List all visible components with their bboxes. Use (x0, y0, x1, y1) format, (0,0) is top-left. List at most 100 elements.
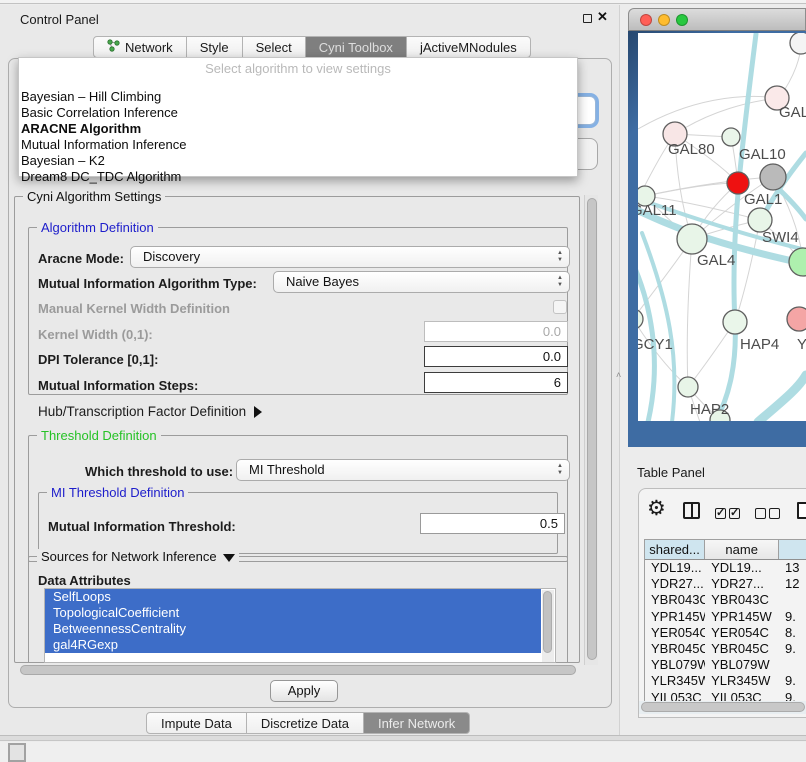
cell: 9. (779, 690, 806, 702)
tab-infer-network-label: Infer Network (378, 716, 455, 731)
node-swi4[interactable] (789, 248, 806, 276)
collapse-down-icon (223, 554, 235, 562)
cell: YDR27... (645, 576, 705, 592)
sources-legend[interactable]: Sources for Network Inference (37, 549, 239, 564)
node-label: GCY1 (638, 336, 673, 353)
menu-item-bayesian-k2[interactable]: Bayesian – K2 (21, 153, 105, 168)
expand-right-icon (254, 406, 262, 418)
cell: YDL19... (705, 560, 779, 576)
tab-infer-network[interactable]: Infer Network (364, 712, 470, 734)
network-view-window: GAL GAL80 GAL10 GAL1 GAL11 GAL4 SWI4 GCY… (628, 8, 806, 447)
which-threshold-combo[interactable]: MI Threshold ▲▼ (236, 459, 570, 481)
table-row[interactable]: YPR145WYPR145W9. (645, 609, 806, 625)
table-header-row: shared... name (645, 540, 806, 560)
split-columns-icon[interactable] (683, 502, 700, 524)
column-header-shared-name[interactable]: shared... (645, 540, 705, 559)
table-row[interactable]: YBL079WYBL079W (645, 657, 806, 673)
node-label: GAL10 (739, 146, 786, 163)
node-y[interactable] (787, 307, 806, 331)
network-canvas[interactable]: GAL GAL80 GAL10 GAL1 GAL11 GAL4 SWI4 GCY… (638, 33, 806, 421)
aracne-mode-value: Discovery (143, 249, 200, 264)
menu-item-dream8[interactable]: Dream8 DC_TDC Algorithm (21, 169, 181, 184)
mi-steps-label: Mutual Information Steps: (38, 378, 198, 393)
control-panel-window: Control Panel ✕ Network Style Select (0, 5, 620, 735)
attributes-list-scrollbar[interactable] (542, 590, 554, 662)
network-navigator-box[interactable] (8, 743, 26, 762)
cell: 9. (779, 641, 806, 657)
apply-button[interactable]: Apply (270, 680, 338, 702)
cyni-algorithm-settings-legend: Cyni Algorithm Settings (23, 189, 165, 204)
table-row[interactable]: YDR27...YDR27...12 (645, 576, 806, 592)
table-row[interactable]: YIL053CYIL053C9. (645, 690, 806, 702)
table-row[interactable]: YLR345WYLR345W9. (645, 673, 806, 689)
table-panel: ⚙ shared... name YDL19...YDL19...13 YDR2… (638, 488, 806, 718)
table-row[interactable]: YBR045CYBR045C9. (645, 641, 806, 657)
menu-item-aracne[interactable]: ARACNE Algorithm (21, 121, 141, 136)
list-item-selfloops[interactable]: SelfLoops (45, 589, 541, 605)
algorithm-dropdown-popup: Select algorithm to view settings Bayesi… (18, 57, 578, 177)
table-row[interactable]: YDL19...YDL19...13 (645, 560, 806, 576)
application-root: Control Panel ✕ Network Style Select (0, 0, 806, 762)
kernel-width-input[interactable]: 0.0 (424, 321, 568, 342)
column-header-name[interactable]: name (705, 540, 779, 559)
manual-kernel-checkbox[interactable] (553, 300, 567, 314)
list-item-betweennesscentrality[interactable]: BetweennessCentrality (45, 621, 541, 637)
menu-item-mutual-information[interactable]: Mutual Information Inference (21, 137, 186, 152)
gear-icon[interactable]: ⚙ (647, 498, 666, 520)
scrollbar-thumb[interactable] (20, 665, 576, 675)
mi-threshold-input[interactable]: 0.5 (420, 513, 565, 534)
mi-steps-input[interactable]: 6 (424, 372, 568, 393)
node[interactable] (790, 33, 806, 54)
node-gal10[interactable] (760, 164, 786, 190)
document-icon[interactable] (797, 502, 806, 524)
cell: YIL053C (645, 690, 705, 702)
panel-collapse-handle[interactable]: ˄ (616, 370, 621, 380)
close-traffic-light-icon[interactable] (640, 14, 652, 26)
tab-impute-data[interactable]: Impute Data (146, 712, 247, 734)
scrollbar-thumb[interactable] (641, 702, 805, 712)
table-row[interactable]: YER054CYER054C8. (645, 625, 806, 641)
deselect-all-checkboxes-icon[interactable] (755, 506, 783, 524)
hub-factor-section-toggle[interactable]: Hub/Transcription Factor Definition (38, 404, 262, 419)
node-gcy1[interactable] (638, 309, 643, 329)
scrollbar-thumb[interactable] (543, 591, 552, 653)
dpi-tolerance-label: DPI Tolerance [0,1]: (38, 352, 158, 367)
cell: YBL079W (705, 657, 779, 673)
combo-arrows-icon: ▲▼ (557, 250, 563, 264)
select-all-checkboxes-icon[interactable] (715, 506, 743, 524)
table-horizontal-scrollbar[interactable] (639, 701, 806, 714)
list-item-topologicalcoefficient[interactable]: TopologicalCoefficient (45, 605, 541, 621)
cell: 8. (779, 625, 806, 641)
cell: YBR043C (705, 592, 779, 608)
cell: 9. (779, 673, 806, 689)
node-hap4[interactable] (723, 310, 747, 334)
table-row[interactable]: YBR043CYBR043C (645, 592, 806, 608)
scrollbar-thumb[interactable] (587, 198, 597, 660)
aracne-mode-combo[interactable]: Discovery ▲▼ (130, 246, 570, 268)
node[interactable] (722, 128, 740, 146)
settings-vertical-scrollbar[interactable] (584, 195, 598, 665)
cell: 12 (779, 576, 806, 592)
node-label: GAL11 (638, 202, 677, 219)
table-panel-title: Table Panel (637, 465, 705, 480)
menu-item-basic-correlation[interactable]: Basic Correlation Inference (21, 105, 178, 120)
tab-discretize-data[interactable]: Discretize Data (247, 712, 364, 734)
threshold-definition-legend: Threshold Definition (37, 428, 161, 443)
cell: YBR045C (705, 641, 779, 657)
column-header-clipped[interactable] (779, 540, 806, 559)
node-label: GAL80 (668, 141, 715, 158)
list-item-gal4rgexp[interactable]: gal4RGexp (45, 637, 541, 653)
bottom-tabbar: Impute Data Discretize Data Infer Networ… (146, 712, 470, 734)
cell (779, 592, 806, 608)
zoom-traffic-light-icon[interactable] (676, 14, 688, 26)
settings-horizontal-scrollbar[interactable] (18, 663, 580, 677)
which-threshold-value: MI Threshold (249, 462, 325, 477)
minimize-traffic-light-icon[interactable] (658, 14, 670, 26)
network-graph: GAL GAL80 GAL10 GAL1 GAL11 GAL4 SWI4 GCY… (638, 33, 806, 421)
mi-type-combo[interactable]: Naive Bayes ▲▼ (273, 271, 570, 293)
dpi-tolerance-input[interactable]: 0.0 (424, 346, 568, 367)
node-gal4[interactable] (677, 224, 707, 254)
menu-item-bayesian-hill-climbing[interactable]: Bayesian – Hill Climbing (21, 89, 161, 104)
node-hap2[interactable] (678, 377, 698, 397)
cell: YBL079W (645, 657, 705, 673)
